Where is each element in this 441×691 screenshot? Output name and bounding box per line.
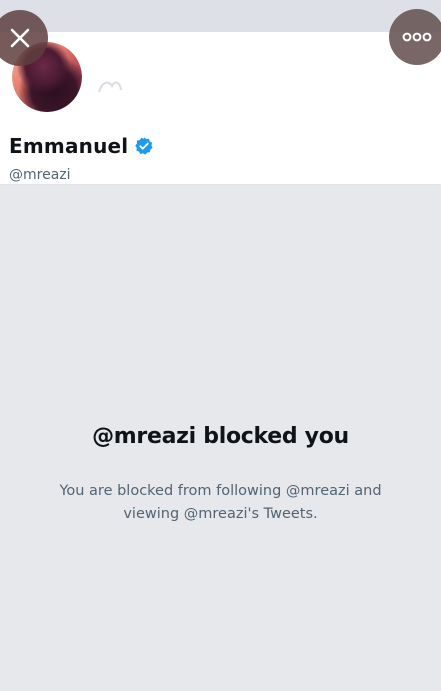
more-horizontal-icon <box>402 32 432 42</box>
profile-handle: @mreazi <box>9 167 71 183</box>
more-options-button[interactable] <box>389 9 441 65</box>
display-name: Emmanuel <box>9 134 129 158</box>
blocked-description: You are blocked from following @mreazi a… <box>59 483 382 522</box>
close-icon <box>10 28 30 48</box>
profile-page: Emmanuel @mreazi @mreazi blocked you You… <box>0 0 441 691</box>
profile-header: Emmanuel @mreazi <box>0 32 441 185</box>
verified-badge-icon <box>135 137 153 155</box>
name-row: Emmanuel <box>9 134 154 158</box>
profile-banner <box>0 0 441 32</box>
ghost-icon <box>98 81 122 93</box>
blocked-title: @mreazi blocked you <box>92 424 349 449</box>
